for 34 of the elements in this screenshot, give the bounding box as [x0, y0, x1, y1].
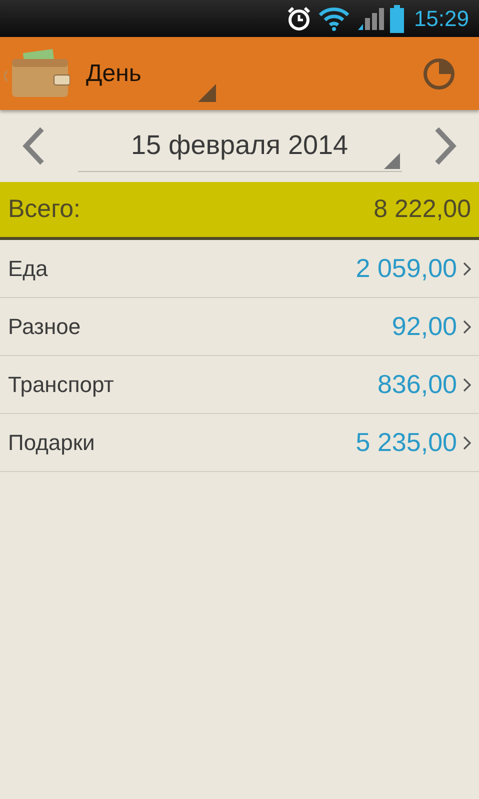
history-button[interactable]: [423, 58, 455, 90]
category-amount: 836,00: [377, 368, 457, 401]
category-amount: 5 235,00: [356, 426, 457, 459]
clock-time: 15:29: [414, 5, 469, 33]
next-day-button[interactable]: [433, 126, 459, 166]
chevron-right-icon: [463, 436, 471, 450]
wallet-icon: [4, 48, 70, 98]
dropdown-corner-icon: [384, 153, 400, 169]
wifi-icon: [318, 6, 350, 32]
category-name: Транспорт: [8, 371, 115, 399]
signal-icon: [356, 6, 384, 32]
total-amount: 8 222,00: [374, 194, 471, 225]
chevron-right-icon: [463, 262, 471, 276]
chevron-right-icon: [433, 126, 459, 166]
category-row[interactable]: Транспорт 836,00: [0, 356, 479, 414]
chevron-right-icon: [463, 378, 471, 392]
category-amount: 2 059,00: [356, 252, 457, 285]
period-dropdown[interactable]: День: [86, 44, 216, 104]
battery-icon: [390, 4, 404, 32]
dropdown-corner-icon: [198, 84, 216, 102]
alarm-clock-icon: [286, 6, 312, 32]
category-name: Разное: [8, 313, 82, 341]
category-row[interactable]: Разное 92,00: [0, 298, 479, 356]
category-row[interactable]: Подарки 5 235,00: [0, 414, 479, 472]
previous-day-button[interactable]: [20, 126, 46, 166]
chevron-left-icon: [20, 126, 46, 166]
category-row[interactable]: Еда 2 059,00: [0, 240, 479, 298]
chevron-right-icon: [463, 320, 471, 334]
total-label: Всего:: [8, 194, 80, 225]
category-amount: 92,00: [392, 310, 457, 343]
date-dropdown[interactable]: 15 февраля 2014: [78, 120, 402, 172]
clock-icon: [423, 58, 455, 90]
category-name: Еда: [8, 255, 49, 283]
category-name: Подарки: [8, 429, 96, 457]
